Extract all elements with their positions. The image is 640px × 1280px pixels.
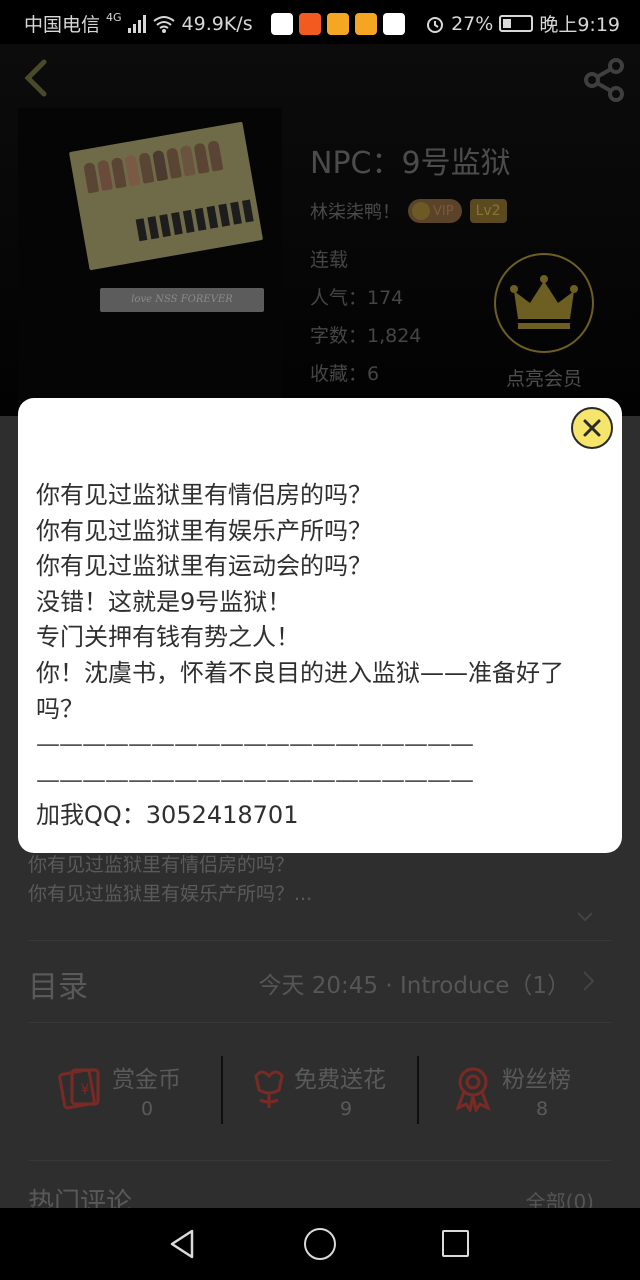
vip-label: VIP <box>433 203 454 219</box>
back-arrow-icon[interactable] <box>16 56 56 100</box>
stat-flowers-value: 9 <box>339 1098 353 1120</box>
stat-flowers[interactable]: 免费送花 9 <box>244 1042 414 1140</box>
book-title: NPC：9号监狱 <box>310 146 511 181</box>
toc-label[interactable]: 目录 <box>28 962 88 1006</box>
stat-reward-value: 0 <box>140 1098 154 1120</box>
app-icon-1 <box>270 12 293 35</box>
alarm-icon <box>427 16 444 33</box>
clock: 晚上9:19 <box>539 14 620 36</box>
battery-icon <box>499 15 534 32</box>
expand-chevron-icon[interactable] <box>576 908 594 926</box>
carrier-label: 中国电信 <box>24 14 101 36</box>
stat-reward[interactable]: ¥ 赏金币 0 <box>56 1042 226 1140</box>
intro-line-2: 你有见过监狱里有娱乐产所吗？... <box>28 883 313 905</box>
level-badge: Lv2 <box>469 199 507 223</box>
nav-recents-icon[interactable] <box>442 1230 469 1257</box>
stat-reward-label: 赏金币 <box>112 1067 181 1093</box>
network-speed: 49.9K/s <box>181 12 253 35</box>
dialog-line: ——————————————————— <box>36 730 474 759</box>
word-count: 字数：1,824 <box>310 325 422 347</box>
divider <box>28 1022 612 1023</box>
nav-back-icon[interactable] <box>168 1228 198 1260</box>
dialog-line: 你！沈虞书，怀着不良目的进入监狱——准备好了吗？ <box>36 658 564 723</box>
status-bar: 中国电信 4G 49.9K/s 27% 晚上9:19 <box>0 0 640 44</box>
divider <box>28 940 612 941</box>
popularity: 人气：174 <box>310 287 404 309</box>
dialog-line: 你有见过监狱里有娱乐产所吗？ <box>36 516 372 545</box>
vip-badge: VIP <box>408 199 462 223</box>
svg-text:¥: ¥ <box>81 1082 90 1098</box>
signal-icon <box>127 14 146 33</box>
network-type: 4G <box>106 11 122 24</box>
stat-flowers-label: 免费送花 <box>294 1067 386 1093</box>
crown-icon <box>510 275 578 329</box>
flower-icon <box>254 1070 284 1108</box>
cover-banner: love NSS FOREVER <box>100 288 264 312</box>
share-icon[interactable] <box>580 58 628 102</box>
dialog-text: 你有见过监狱里有情侣房的吗？ 你有见过监狱里有娱乐产所吗？ 你有见过监狱里有运动… <box>36 478 608 834</box>
dialog-line: ——————————————————— <box>36 765 474 794</box>
serial-status: 连载 <box>310 249 349 271</box>
close-icon <box>583 419 601 437</box>
app-icon-4 <box>354 12 377 35</box>
dialog-line: 你有见过监狱里有运动会的吗？ <box>36 552 372 581</box>
divider <box>28 1160 612 1161</box>
dialog-line: 你有见过监狱里有情侣房的吗？ <box>36 481 372 509</box>
intro-line-1: 你有见过监狱里有情侣房的吗？ <box>28 854 295 876</box>
author-row: 林柒柒鸭！ VIP Lv2 <box>310 198 507 224</box>
stats-row: ¥ 赏金币 0 免费送花 9 粉丝榜 8 <box>28 1042 612 1140</box>
wifi-icon <box>152 15 175 33</box>
stat-fans[interactable]: 粉丝榜 8 <box>448 1042 612 1140</box>
favorites-count: 收藏：6 <box>310 363 380 385</box>
member-button[interactable] <box>494 253 594 353</box>
fan-ranking-icon <box>455 1067 491 1112</box>
chevron-right-icon[interactable] <box>580 970 596 992</box>
dialog-qq-line: 加我QQ：3052418701 <box>36 801 299 830</box>
app-icon-3 <box>326 12 349 35</box>
app-icon-2 <box>298 12 321 35</box>
dialog-line: 专门关押有钱有势之人！ <box>36 623 300 652</box>
vip-icon <box>412 202 430 220</box>
reward-coin-icon: ¥ <box>58 1068 100 1110</box>
toc-latest-chapter[interactable]: 今天 20:45 · Introduce（1） <box>258 966 570 1000</box>
author-name[interactable]: 林柒柒鸭！ <box>310 198 400 224</box>
stat-fans-value: 8 <box>535 1098 549 1120</box>
close-button[interactable] <box>571 407 613 449</box>
member-label[interactable]: 点亮会员 <box>494 364 594 391</box>
battery-percent: 27% <box>451 12 494 35</box>
dialog-line: 没错！这就是9号监狱！ <box>36 587 292 616</box>
stat-fans-label: 粉丝榜 <box>502 1067 571 1093</box>
nav-home-icon[interactable] <box>304 1228 336 1260</box>
stat-divider <box>221 1056 223 1124</box>
app-icon-5 <box>382 12 405 35</box>
stat-divider <box>417 1056 419 1124</box>
